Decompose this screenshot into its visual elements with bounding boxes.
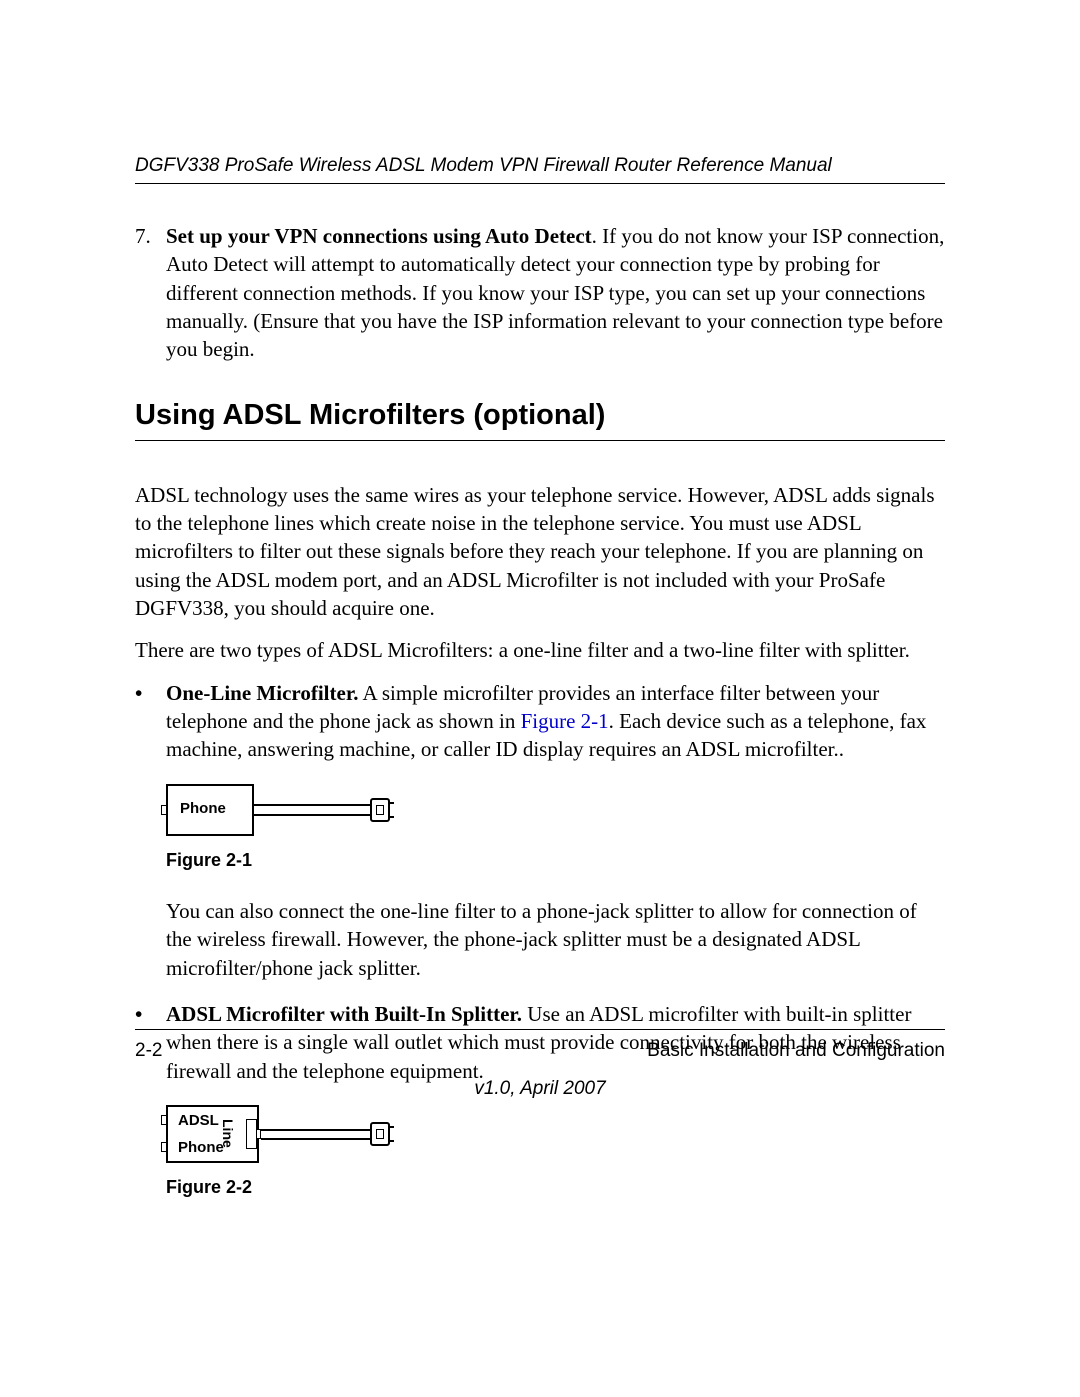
plug-pin-icon (390, 816, 394, 818)
figure-2-1-caption: Figure 2-1 (166, 850, 945, 871)
plug-pin-icon (390, 1126, 394, 1128)
adsl-port-icon (161, 1115, 167, 1125)
paragraph-2: There are two types of ADSL Microfilters… (135, 636, 945, 664)
page-footer: 2-2 Basic Installation and Configuration… (135, 1029, 945, 1100)
plug-pin-icon (390, 802, 394, 804)
step-7: 7. Set up your VPN connections using Aut… (135, 222, 945, 364)
phone-label: Phone (180, 800, 226, 817)
phone-port-icon (161, 1142, 167, 1152)
wire-icon (254, 804, 370, 806)
bullet-body: One-Line Microfilter. A simple microfilt… (166, 679, 945, 764)
footer-rule (135, 1029, 945, 1030)
section-rule (135, 440, 945, 441)
adsl-label: ADSL (178, 1112, 219, 1129)
microfilter-diagram-1: Phone (166, 784, 394, 836)
line-label: Line (220, 1119, 236, 1148)
bullet-one-line: • One-Line Microfilter. A simple microfi… (135, 679, 945, 764)
figure-2-1: Phone Figure 2-1 (166, 784, 945, 871)
doc-version: v1.0, April 2007 (135, 1078, 945, 1100)
step-body: Set up your VPN connections using Auto D… (166, 222, 945, 364)
step-bold: Set up your VPN connections using Auto D… (166, 224, 592, 248)
wire-icon (254, 814, 370, 816)
page-number: 2-2 (135, 1040, 162, 1062)
wire-icon (261, 1138, 370, 1140)
section-heading: Using ADSL Microfilters (optional) (135, 399, 945, 432)
bullet1-bold: One-Line Microfilter. (166, 681, 358, 705)
phone-port-icon (161, 805, 167, 815)
microfilter-diagram-2: ADSL Phone Line (166, 1105, 394, 1163)
phone-label: Phone (178, 1139, 224, 1156)
plug-icon (370, 798, 390, 822)
step-number: 7. (135, 222, 166, 364)
wire-icon (261, 1129, 370, 1131)
figure-2-2: ADSL Phone Line Figure 2-2 (166, 1105, 945, 1198)
plug-pin-icon (390, 1140, 394, 1142)
chapter-title: Basic Installation and Configuration (647, 1040, 945, 1062)
bullet2-bold: ADSL Microfilter with Built-In Splitter. (166, 1002, 522, 1026)
manual-title: DGFV338 ProSafe Wireless ADSL Modem VPN … (135, 155, 945, 177)
sub-paragraph-1: You can also connect the one-line filter… (166, 897, 945, 982)
figure-2-1-link[interactable]: Figure 2-1 (521, 709, 609, 733)
plug-icon (370, 1122, 390, 1146)
paragraph-1: ADSL technology uses the same wires as y… (135, 481, 945, 623)
figure-2-2-caption: Figure 2-2 (166, 1177, 945, 1198)
header-rule (135, 183, 945, 184)
bullet-mark: • (135, 679, 166, 764)
